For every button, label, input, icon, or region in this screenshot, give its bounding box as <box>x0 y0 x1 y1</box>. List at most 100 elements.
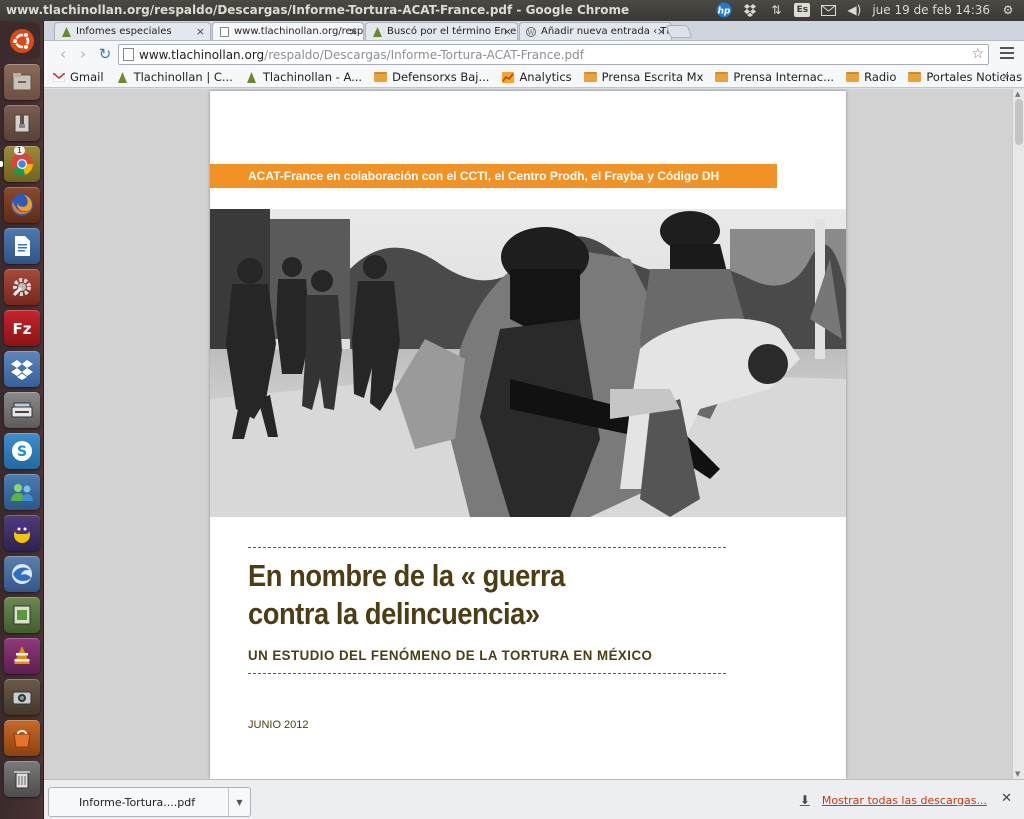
analytics-icon <box>501 71 514 83</box>
page-icon <box>123 48 134 61</box>
pdf-page: ACAT-France en colaboración con el CCTI,… <box>210 91 846 779</box>
document-date: JUNIO 2012 <box>248 719 309 731</box>
files-icon[interactable] <box>4 64 40 100</box>
close-tab-icon[interactable]: × <box>196 25 205 38</box>
download-filename: Informe-Tortura....pdf <box>79 795 196 809</box>
back-arrow-icon[interactable]: ‹ <box>54 45 72 63</box>
address-bar[interactable]: www.tlachinollan.org/respaldo/Descargas/… <box>118 44 989 65</box>
close-tab-icon[interactable]: × <box>349 25 358 38</box>
new-tab-button[interactable] <box>665 25 693 38</box>
empathy-icon[interactable] <box>4 474 40 510</box>
vertical-scrollbar[interactable]: ▲ ▼ <box>1012 89 1024 779</box>
tab-wordpress[interactable]: W Añadir nueva entrada ‹ Tlac × <box>519 22 672 40</box>
show-all-downloads-link[interactable]: ⬇ Mostrar todas las descargas... <box>800 793 987 807</box>
folder-icon <box>583 72 597 82</box>
tab-pdf[interactable]: www.tlachinollan.org/respaldo × <box>212 22 364 40</box>
url-path: /respaldo/Descargas/Informe-Tortura-ACAT… <box>264 47 584 62</box>
download-item[interactable]: Informe-Tortura....pdf ▼ <box>48 787 251 817</box>
close-tab-icon[interactable]: × <box>657 25 666 38</box>
tab-informes[interactable]: Infomes especiales × <box>54 22 211 40</box>
document-subtitle: UN ESTUDIO DEL FENÓMENO DE LA TORTURA EN… <box>248 647 653 663</box>
bookmark-tlachinollan-c[interactable]: Tlachinollan | C... <box>116 70 233 84</box>
bookmarks-bar: Gmail Tlachinollan | C... Tlachinollan -… <box>44 67 1024 88</box>
bookmarks-overflow-icon[interactable]: » <box>1002 69 1010 84</box>
chrome-window: Infomes especiales × www.tlachinollan.or… <box>44 21 1024 819</box>
bookmark-folder-prensa-escrita[interactable]: Prensa Escrita Mx <box>583 70 703 84</box>
gmail-icon <box>52 71 65 83</box>
tab-label: Añadir nueva entrada ‹ Tlac <box>541 26 671 37</box>
bookmark-folder-defensorxs[interactable]: Defensorxs Baj... <box>374 70 489 84</box>
svg-text:Fz: Fz <box>13 320 32 338</box>
ubuntu-dash-icon[interactable] <box>4 23 40 59</box>
clock[interactable]: jue 19 de feb 14:36 <box>872 3 990 17</box>
title-line-1: En nombre de la « guerra <box>248 558 565 593</box>
tab-label: Buscó por el término En el <box>387 26 517 37</box>
folder-icon <box>908 72 922 82</box>
cover-photo <box>210 209 846 517</box>
system-top-panel: www.tlachinollan.org/respaldo/Descargas/… <box>0 0 1024 21</box>
chrome-notification-badge: 1 <box>14 146 26 155</box>
tab-label: www.tlachinollan.org/respaldo <box>234 26 363 37</box>
forward-arrow-icon[interactable]: › <box>74 45 92 63</box>
network-icon[interactable]: ⇅ <box>768 2 784 18</box>
volume-icon[interactable]: ◀) <box>846 2 862 18</box>
mail-icon[interactable] <box>820 2 836 18</box>
tlachinollan-icon <box>245 71 258 83</box>
downloads-bar: Informe-Tortura....pdf ▼ ⬇ Mostrar todas… <box>44 779 1024 819</box>
svg-text:W: W <box>527 29 535 37</box>
folder-icon <box>715 72 729 82</box>
system-settings-icon[interactable] <box>4 269 40 305</box>
tab-strip: Infomes especiales × www.tlachinollan.or… <box>44 21 1024 40</box>
hp-icon[interactable]: hp <box>716 2 732 18</box>
bookmark-gmail[interactable]: Gmail <box>52 70 104 84</box>
folder-icon <box>374 72 388 82</box>
title-line-2: contra la delincuencia» <box>248 596 540 631</box>
power-gear-icon[interactable]: ⚙ <box>1000 2 1016 18</box>
bookmark-tlachinollan-a[interactable]: Tlachinollan - A... <box>245 70 362 84</box>
scanner-icon[interactable] <box>4 392 40 428</box>
firefox-icon[interactable] <box>4 187 40 223</box>
skype-icon[interactable]: S <box>4 433 40 469</box>
tab-label: Infomes especiales <box>76 26 172 37</box>
download-menu-chevron-icon[interactable]: ▼ <box>228 788 250 816</box>
url-host: www.tlachinollan.org <box>139 47 265 62</box>
trash-icon[interactable] <box>4 761 40 797</box>
software-updater-icon[interactable] <box>4 597 40 633</box>
vlc-icon[interactable] <box>4 638 40 674</box>
collaboration-banner: ACAT-France en colaboración con el CCTI,… <box>210 164 777 188</box>
bookmark-star-icon[interactable]: ☆ <box>971 46 984 62</box>
svg-text:hp: hp <box>718 7 731 17</box>
wordpress-icon: W <box>526 26 536 37</box>
scrollbar-thumb[interactable] <box>1015 99 1023 145</box>
bookmark-analytics[interactable]: Analytics <box>501 70 572 84</box>
filezilla-icon[interactable]: Fz <box>4 310 40 346</box>
close-tab-icon[interactable]: × <box>503 25 512 38</box>
scroll-up-icon[interactable]: ▲ <box>1015 90 1020 98</box>
keyboard-layout-indicator[interactable]: Es <box>794 3 811 17</box>
page-icon <box>219 26 229 37</box>
archive-manager-icon[interactable] <box>4 105 40 141</box>
bookmark-folder-prensa-internac[interactable]: Prensa Internac... <box>715 70 834 84</box>
thunderbird-icon[interactable] <box>4 556 40 592</box>
pidgin-icon[interactable] <box>4 515 40 551</box>
dropbox-tray-icon[interactable] <box>742 2 758 18</box>
tlachinollan-icon <box>61 26 71 37</box>
writer-icon[interactable] <box>4 228 40 264</box>
tab-busco[interactable]: Buscó por el término En el × <box>365 22 518 40</box>
tlachinollan-icon <box>372 26 382 37</box>
pdf-viewer: ACAT-France en colaboración con el CCTI,… <box>44 89 1024 779</box>
close-downloads-icon[interactable]: ✕ <box>1001 791 1012 806</box>
folder-icon <box>846 72 860 82</box>
software-center-icon[interactable] <box>4 720 40 756</box>
dropbox-icon[interactable] <box>4 351 40 387</box>
title-top-rule <box>248 547 726 548</box>
chrome-menu-icon[interactable] <box>1000 45 1014 61</box>
cheese-camera-icon[interactable] <box>4 679 40 715</box>
reload-icon[interactable]: ↻ <box>96 45 114 63</box>
scroll-down-icon[interactable]: ▼ <box>1015 770 1020 778</box>
download-arrow-icon: ⬇ <box>799 793 810 807</box>
unity-launcher: 1 Fz S <box>0 21 44 819</box>
bookmark-folder-radio[interactable]: Radio <box>846 70 896 84</box>
toolbar: ‹ › ↻ www.tlachinollan.org/respaldo/Desc… <box>44 40 1024 67</box>
tlachinollan-icon <box>116 71 129 83</box>
